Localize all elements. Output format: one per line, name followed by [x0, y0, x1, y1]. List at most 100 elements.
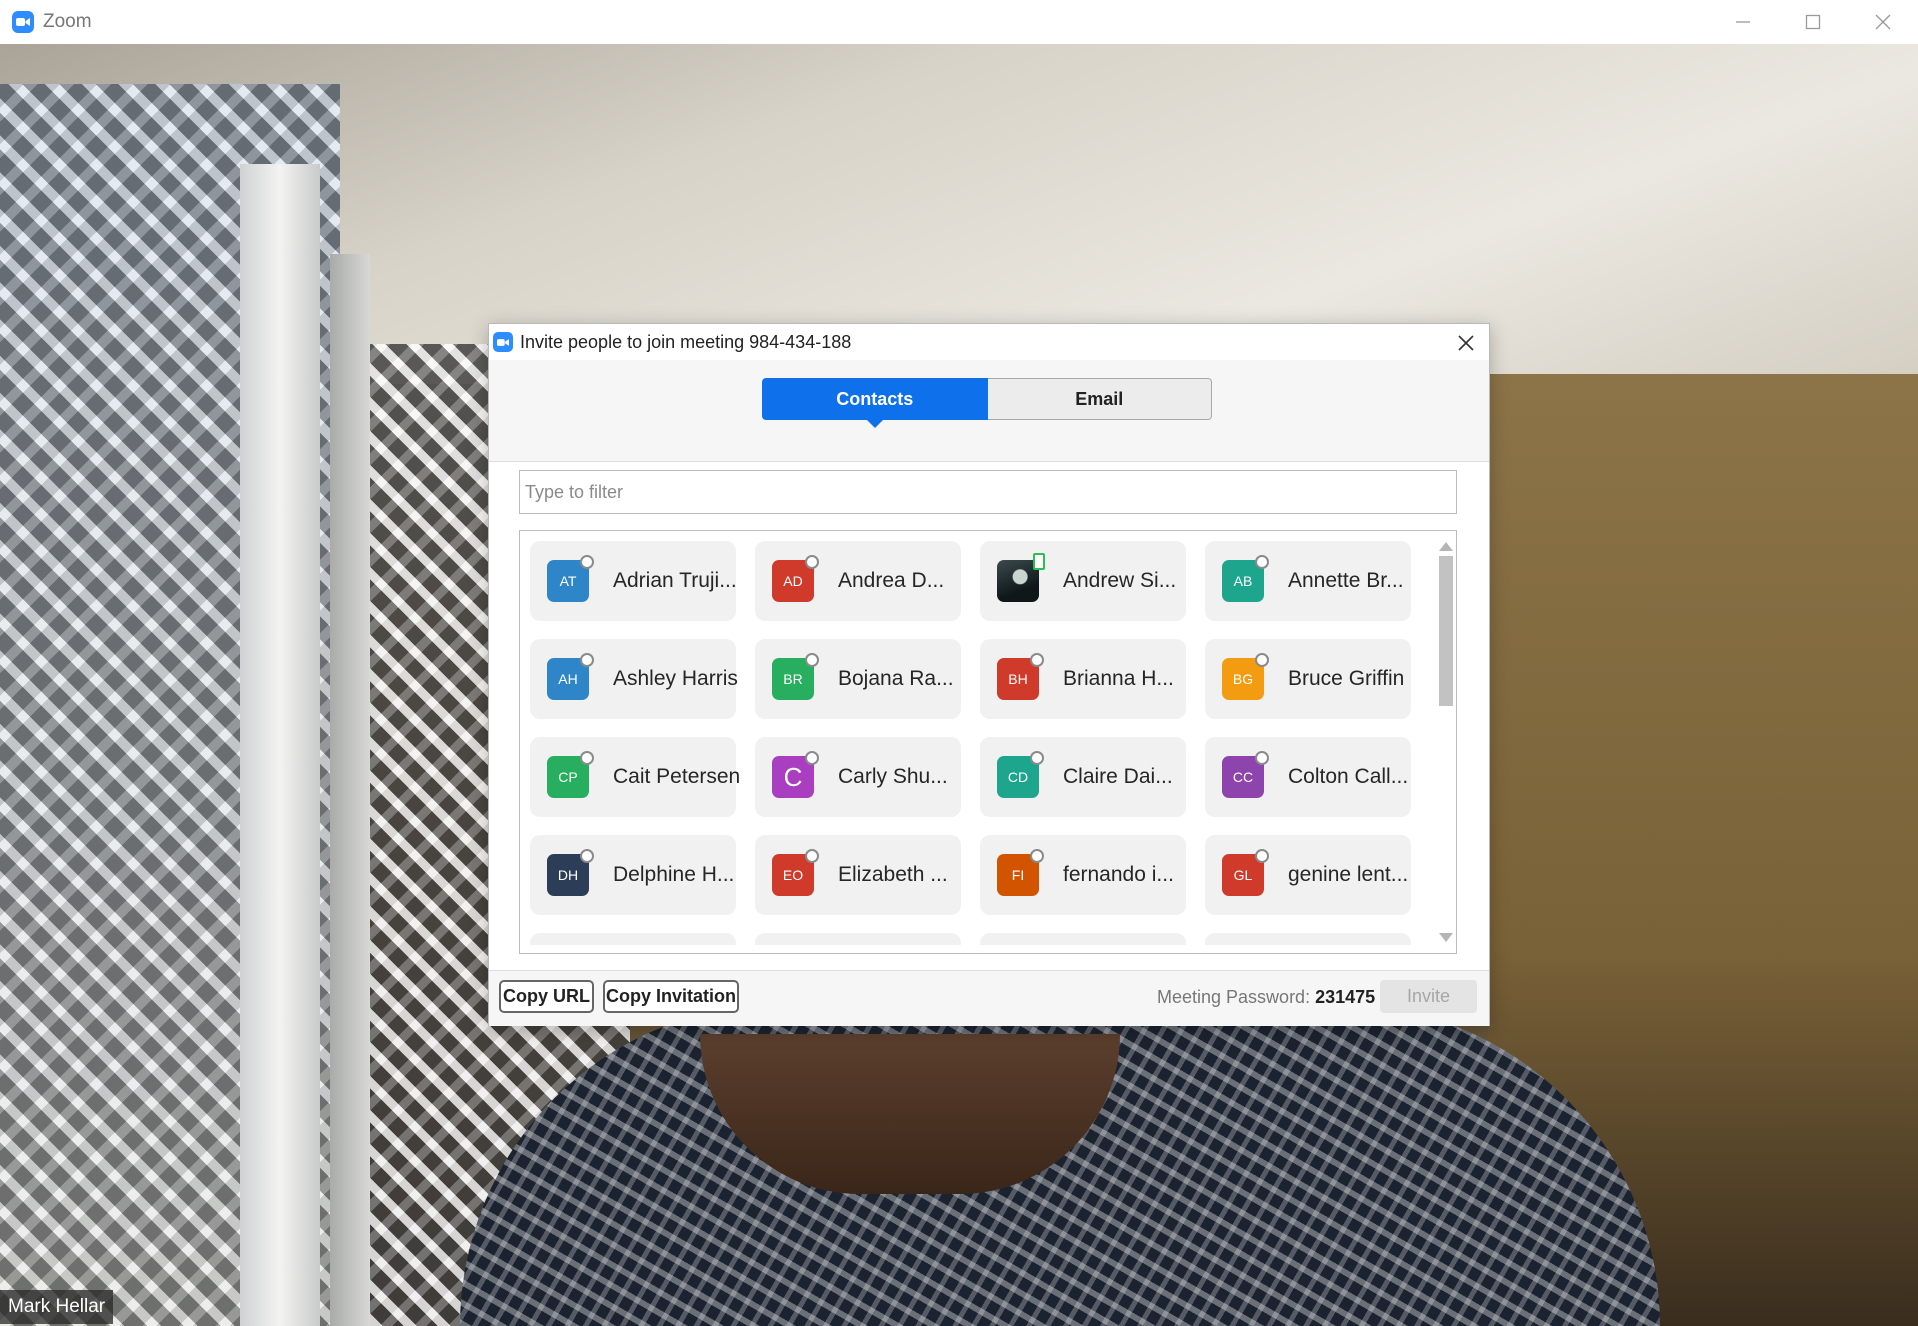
avatar-initials: CD [1007, 769, 1029, 785]
contact-card[interactable]: BG Bruce Griffin [1205, 639, 1411, 719]
contact-card[interactable]: BH Brianna H... [980, 639, 1186, 719]
window-title: Zoom [43, 11, 92, 32]
contact-name: Bruce Griffin [1288, 667, 1405, 690]
presence-status-icon [1255, 751, 1269, 765]
close-window-button[interactable] [1848, 0, 1918, 44]
contact-card[interactable]: DH Delphine H... [530, 835, 736, 915]
contact-card[interactable]: CC Colton Call... [1205, 737, 1411, 817]
avatar: AD [772, 555, 819, 602]
video-background [330, 254, 370, 1326]
scroll-up-arrow-icon[interactable] [1439, 542, 1453, 551]
contact-name: Carly Shu... [838, 765, 948, 788]
contact-card[interactable] [980, 933, 1186, 945]
scrollbar[interactable] [1435, 532, 1455, 952]
avatar: CC [1222, 751, 1269, 798]
contact-card[interactable]: AT Adrian Truji... [530, 541, 737, 621]
avatar: AH [547, 653, 594, 700]
scroll-down-arrow-icon[interactable] [1439, 933, 1453, 942]
contact-name: genine lent... [1288, 863, 1409, 886]
avatar-initials: BR [783, 671, 803, 687]
avatar-initials: AH [558, 671, 578, 687]
avatar-initials: FI [1011, 867, 1025, 883]
contact-name: Andrew Si... [1063, 569, 1177, 592]
avatar: EO [772, 849, 819, 896]
contact-name: Cait Petersen [613, 765, 741, 788]
dialog-close-button[interactable] [1451, 328, 1481, 358]
contact-card[interactable] [530, 933, 736, 945]
avatar: CP [547, 751, 594, 798]
contact-name: fernando i... [1063, 863, 1174, 886]
avatar: C [772, 751, 819, 798]
contact-card[interactable]: Andrew Si... [980, 541, 1186, 621]
avatar-initials: AB [1233, 573, 1253, 589]
avatar: BH [997, 653, 1044, 700]
avatar: AT [547, 555, 594, 602]
contact-name: Andrea D... [838, 569, 945, 592]
avatar: AB [1222, 555, 1269, 602]
invite-button[interactable]: Invite [1380, 980, 1477, 1013]
maximize-icon [1805, 14, 1821, 30]
avatar: FI [997, 849, 1044, 896]
presence-status-icon [805, 751, 819, 765]
copy-invitation-button[interactable]: Copy Invitation [603, 980, 739, 1013]
avatar: CD [997, 751, 1044, 798]
contact-card[interactable]: FI fernando i... [980, 835, 1186, 915]
avatar-initials: AT [559, 573, 577, 589]
contact-card[interactable]: AH Ashley Harris [530, 639, 738, 719]
meeting-password-label: Meeting Password: [1157, 987, 1311, 1007]
avatar-initials: CP [558, 769, 578, 785]
contact-name: Adrian Truji... [613, 569, 737, 592]
presence-status-icon [1030, 653, 1044, 667]
minimize-icon [1736, 21, 1750, 23]
minimize-button[interactable] [1708, 0, 1778, 44]
avatar: GL [1222, 849, 1269, 896]
contact-card[interactable]: GL genine lent... [1205, 835, 1411, 915]
contact-card[interactable] [1205, 933, 1411, 945]
scrollbar-thumb[interactable] [1439, 556, 1453, 706]
presence-status-icon [580, 751, 594, 765]
dialog-titlebar: Invite people to join meeting 984-434-18… [489, 324, 1489, 360]
mobile-presence-icon [1033, 553, 1045, 570]
avatar-initials: C [783, 761, 803, 792]
contacts-list[interactable]: AT Adrian Truji... AD Andrea D... Andrew Si.… [519, 530, 1457, 954]
contact-card[interactable]: EO Elizabeth ... [755, 835, 961, 915]
avatar-initials: CC [1232, 769, 1254, 785]
presence-status-icon [580, 849, 594, 863]
presence-status-icon [1255, 849, 1269, 863]
presence-status-icon [805, 653, 819, 667]
meeting-password: Meeting Password: 231475 [1157, 987, 1375, 1008]
close-icon [1458, 335, 1474, 351]
contact-name: Claire Dai... [1063, 765, 1173, 788]
dialog-title: Invite people to join meeting 984-434-18… [520, 331, 852, 352]
contact-card[interactable]: BR Bojana Ra... [755, 639, 961, 719]
presence-status-icon [580, 653, 594, 667]
contact-card[interactable]: CP Cait Petersen [530, 737, 740, 817]
avatar-initials: AD [783, 573, 803, 589]
maximize-button[interactable] [1778, 0, 1848, 44]
presence-status-icon [1255, 555, 1269, 569]
avatar-initials: DH [557, 867, 579, 883]
contact-name: Elizabeth ... [838, 863, 948, 886]
video-background [240, 164, 320, 1326]
filter-input[interactable] [519, 470, 1457, 514]
tab-email[interactable]: Email [987, 378, 1212, 420]
contact-card[interactable]: AB Annette Br... [1205, 541, 1411, 621]
contact-name: Annette Br... [1288, 569, 1404, 592]
dialog-footer: Copy URL Copy Invitation Meeting Passwor… [489, 970, 1489, 1026]
contacts-grid: AT Adrian Truji... AD Andrea D... Andrew Si.… [530, 541, 1426, 945]
presence-status-icon [1255, 653, 1269, 667]
contact-card[interactable]: C Carly Shu... [755, 737, 961, 817]
close-icon [1875, 14, 1891, 30]
contact-card[interactable] [755, 933, 961, 945]
contact-card[interactable]: AD Andrea D... [755, 541, 961, 621]
presence-status-icon [580, 555, 594, 569]
avatar [997, 553, 1045, 602]
presence-status-icon [1030, 751, 1044, 765]
contact-name: Colton Call... [1288, 765, 1409, 788]
avatar-initials: BG [1232, 671, 1254, 687]
copy-url-button[interactable]: Copy URL [499, 980, 594, 1013]
tabs: Contacts Email [762, 378, 1212, 428]
contact-card[interactable]: CD Claire Dai... [980, 737, 1186, 817]
avatar: BR [772, 653, 819, 700]
tab-contacts[interactable]: Contacts [762, 378, 988, 428]
